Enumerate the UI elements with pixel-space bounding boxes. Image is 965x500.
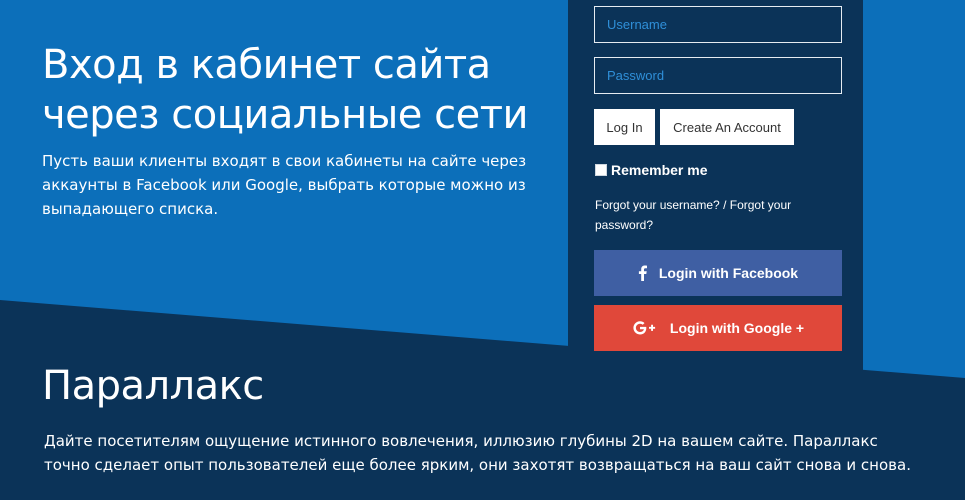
remember-me[interactable]: Remember me	[595, 162, 708, 178]
forgot-links: Forgot your username? / Forgot your pass…	[595, 195, 835, 235]
login-facebook-button[interactable]: Login with Facebook	[594, 250, 842, 296]
parallax-title: Параллакс	[42, 363, 264, 409]
remember-me-label: Remember me	[611, 162, 708, 178]
create-account-button[interactable]: Create An Account	[660, 109, 794, 145]
login-google-label: Login with Google +	[669, 320, 805, 336]
login-google-button[interactable]: Login with Google +	[594, 305, 842, 351]
google-plus-icon	[632, 320, 658, 336]
username-input[interactable]	[594, 6, 842, 43]
login-facebook-label: Login with Facebook	[658, 265, 799, 281]
remember-me-checkbox[interactable]	[595, 164, 607, 176]
forgot-separator: /	[719, 198, 730, 212]
parallax-description: Дайте посетителям ощущение истинного вов…	[44, 432, 911, 474]
password-input[interactable]	[594, 57, 842, 94]
hero-description: Пусть ваши клиенты входят в свои кабинет…	[42, 152, 527, 218]
login-button[interactable]: Log In	[594, 109, 655, 145]
facebook-f-icon	[638, 265, 647, 281]
login-panel: Log In Create An Account Remember me For…	[568, 0, 863, 390]
forgot-username-link[interactable]: Forgot your username?	[595, 198, 720, 212]
hero-title: Вход в кабинет сайта через социальные се…	[42, 42, 529, 138]
